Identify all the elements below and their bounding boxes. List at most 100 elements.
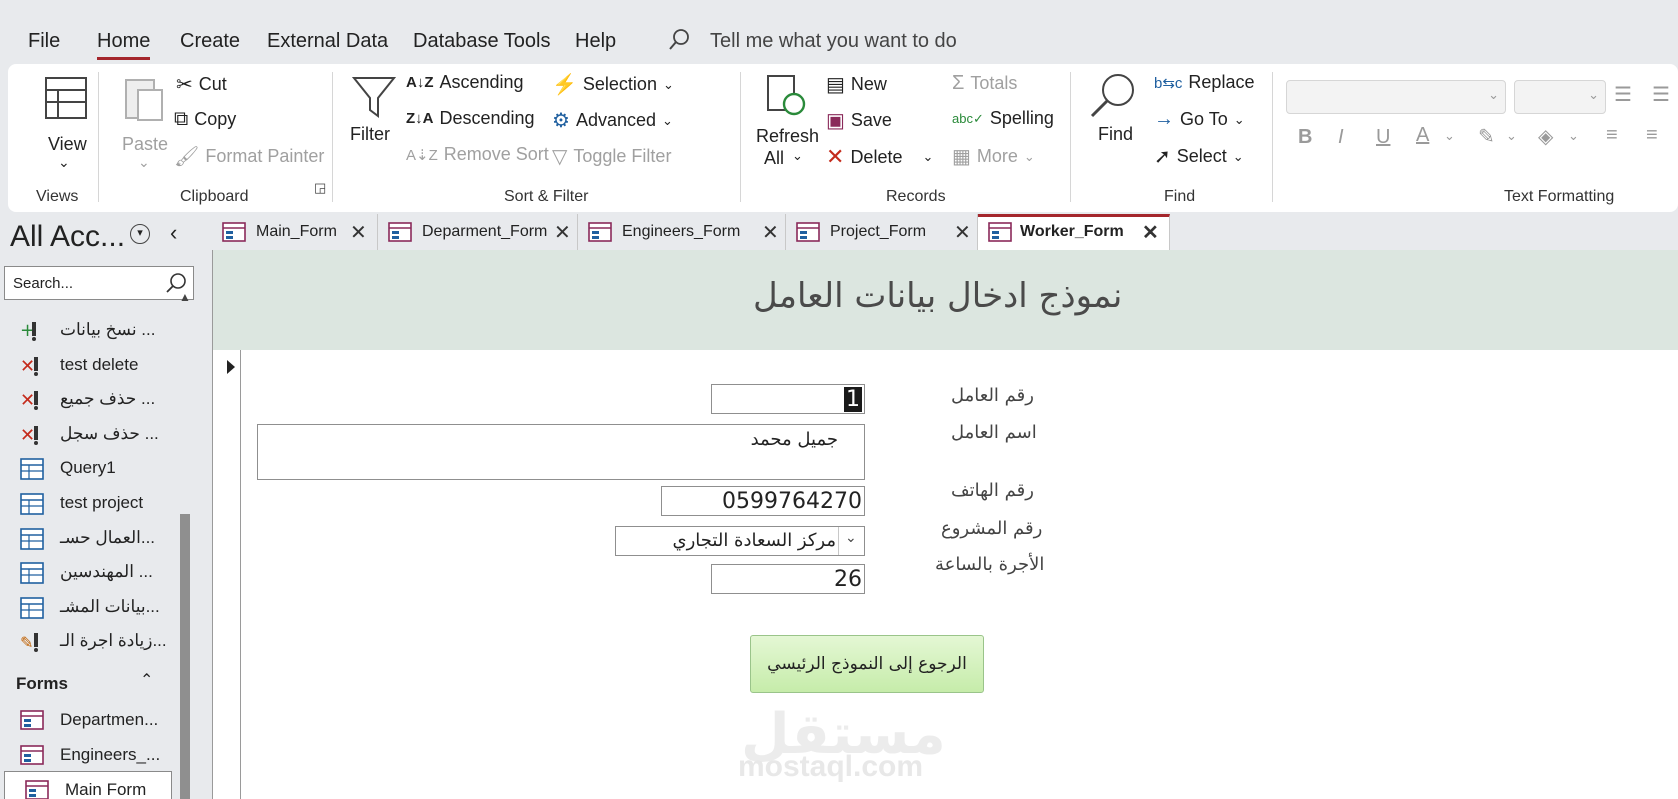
nav-item-label: Query1	[60, 458, 116, 478]
worker-name-label: اسم العامل	[951, 422, 1037, 443]
totals-button[interactable]: Σ Totals	[952, 72, 1017, 95]
nav-form-item[interactable]: Main Form	[4, 771, 172, 799]
tab-engineers-form[interactable]: Engineers_Form ✕	[578, 214, 786, 250]
hourly-wage-field[interactable]: 26	[711, 564, 865, 594]
nav-query-item[interactable]: test project	[0, 485, 172, 521]
worker-name-field[interactable]: جميل محمد	[257, 424, 865, 480]
fill-color-icon[interactable]: ◈	[1538, 124, 1553, 149]
tab-worker-form[interactable]: Worker_Form ✕	[978, 214, 1170, 250]
project-combobox[interactable]: مركز السعادة التجاري ⌄	[615, 526, 865, 556]
copy-button[interactable]: ⧉ Copy	[174, 108, 236, 131]
combo-dropdown[interactable]: ⌄	[838, 527, 864, 555]
nav-form-item[interactable]: Engineers_...	[0, 737, 172, 773]
align-center-icon[interactable]: ≡	[1646, 124, 1658, 147]
chevron-down-circle-icon[interactable]: ▾	[130, 224, 150, 244]
align-left-icon[interactable]: ≡	[1606, 124, 1618, 147]
save-record-button[interactable]: ▣ Save	[826, 108, 892, 133]
nav-item-label: Engineers_...	[60, 744, 161, 764]
font-name-select[interactable]: ⌄	[1286, 80, 1506, 114]
delete-record-button[interactable]: ✕ Delete ⌄	[826, 144, 933, 170]
menu-create[interactable]: Create	[180, 30, 240, 53]
worker-id-field[interactable]: 1	[711, 384, 865, 414]
refresh-all-button[interactable]: Refresh All ⌄	[752, 70, 822, 180]
nav-query-item[interactable]: المهندسين ...	[0, 554, 172, 590]
select-label: Select	[1176, 146, 1227, 166]
scroll-up-icon[interactable]: ▲	[179, 290, 191, 304]
nav-query-item[interactable]: العمال حسـ...	[0, 520, 172, 556]
spelling-button[interactable]: abc✓ Spelling	[952, 108, 1054, 129]
menu-file[interactable]: File	[28, 30, 60, 53]
highlight-icon[interactable]: ✎	[1478, 124, 1495, 149]
cut-button[interactable]: ✂ Cut	[176, 72, 227, 97]
go-to-button[interactable]: → Go To ⌄	[1154, 108, 1245, 131]
nav-form-item[interactable]: Departmen...	[0, 702, 172, 738]
select-button[interactable]: ➚ Select ⌄	[1154, 144, 1244, 169]
tell-me-input[interactable]: Tell me what you want to do	[710, 30, 957, 53]
nav-query-item[interactable]: ✕ test delete	[0, 347, 172, 383]
close-icon[interactable]: ✕	[1142, 220, 1159, 245]
close-icon[interactable]: ✕	[762, 220, 779, 245]
font-color-icon[interactable]: A	[1416, 124, 1429, 147]
nav-pane-title[interactable]: All Acc...	[10, 220, 125, 254]
phone-label: رقم الهاتف	[951, 480, 1034, 501]
sort-descending-icon: Z↓A	[406, 110, 434, 127]
close-icon[interactable]: ✕	[954, 220, 971, 245]
forms-section-header[interactable]: Forms	[16, 674, 68, 694]
select-query-icon	[20, 562, 44, 584]
advanced-button[interactable]: ⚙ Advanced ⌄	[552, 108, 673, 133]
find-button[interactable]: Find	[1084, 70, 1144, 180]
replace-button[interactable]: b⇆c Replace	[1154, 72, 1254, 93]
filter-button[interactable]: Filter	[344, 70, 404, 180]
nav-query-item[interactable]: ✕ حذف سجل ...	[0, 416, 172, 452]
nav-query-item[interactable]: ✎ زيادة اجرة الـ...	[0, 623, 172, 659]
menu-help[interactable]: Help	[575, 30, 616, 53]
chevron-down-icon: ⌄	[662, 112, 673, 128]
select-query-icon	[20, 493, 44, 515]
nav-scrollbar-thumb[interactable]	[180, 514, 190, 799]
descending-button[interactable]: Z↓A Descending	[406, 108, 535, 129]
chevron-down-icon[interactable]: ⌄	[1506, 128, 1517, 144]
funnel-icon	[352, 77, 396, 118]
views-group-label: Views	[36, 188, 79, 205]
font-size-select[interactable]: ⌄	[1514, 80, 1606, 114]
close-icon[interactable]: ✕	[554, 220, 571, 245]
chevron-down-icon[interactable]: ⌄	[1568, 128, 1579, 144]
selection-button[interactable]: ⚡ Selection ⌄	[552, 72, 674, 97]
bullet-list-icon[interactable]: ☰	[1614, 82, 1632, 107]
nav-query-item[interactable]: ✕ حذف جميع ...	[0, 381, 172, 417]
menu-database-tools[interactable]: Database Tools	[413, 30, 551, 53]
new-record-button[interactable]: ▤ New	[826, 72, 887, 97]
menu-home[interactable]: Home	[97, 30, 151, 60]
underline-icon[interactable]: U	[1376, 126, 1390, 149]
record-selector[interactable]	[213, 350, 241, 799]
nav-search-input[interactable]: Search...	[4, 266, 194, 300]
ascending-button[interactable]: A↓Z Ascending	[406, 72, 524, 93]
remove-sort-button[interactable]: A⇣Z Remove Sort	[406, 144, 549, 165]
close-icon[interactable]: ✕	[350, 220, 367, 245]
nav-query-item[interactable]: + نسخ بيانات ...	[0, 312, 172, 348]
dialog-launcher-icon[interactable]: ◲	[314, 180, 326, 196]
chevron-down-icon: ⌄	[1023, 148, 1035, 164]
copy-icon: ⧉	[174, 108, 189, 130]
bold-icon[interactable]: B	[1298, 126, 1312, 149]
italic-icon[interactable]: I	[1338, 126, 1344, 149]
collapse-pane-icon[interactable]: ‹	[170, 220, 177, 246]
delete-record-label: Delete	[850, 146, 903, 167]
toggle-filter-button[interactable]: ▽ Toggle Filter	[552, 144, 671, 169]
view-button[interactable]: View ⌄	[30, 70, 100, 180]
more-button[interactable]: ▦ More ⌄	[952, 144, 1035, 169]
chevron-down-icon[interactable]: ⌄	[1444, 128, 1455, 144]
tab-department-form[interactable]: Deparment_Form ✕	[378, 214, 578, 250]
format-painter-button[interactable]: 🖌 Format Painter	[174, 144, 324, 169]
chevron-up-icon[interactable]: ⌃	[140, 670, 153, 690]
tab-main-form[interactable]: Main_Form ✕	[212, 214, 378, 250]
lightbulb-search-icon[interactable]	[668, 28, 690, 52]
paste-button[interactable]: Paste ⌄	[114, 70, 176, 180]
tab-project-form[interactable]: Project_Form ✕	[786, 214, 978, 250]
phone-field[interactable]: 0599764270	[661, 486, 865, 516]
nav-query-item[interactable]: بيانات المشـ...	[0, 589, 172, 625]
menu-external-data[interactable]: External Data	[267, 30, 388, 53]
back-to-main-form-button[interactable]: الرجوع إلى النموذج الرئيسي	[750, 635, 984, 693]
numbered-list-icon[interactable]: ☰	[1652, 82, 1670, 107]
nav-query-item[interactable]: Query1	[0, 450, 172, 486]
